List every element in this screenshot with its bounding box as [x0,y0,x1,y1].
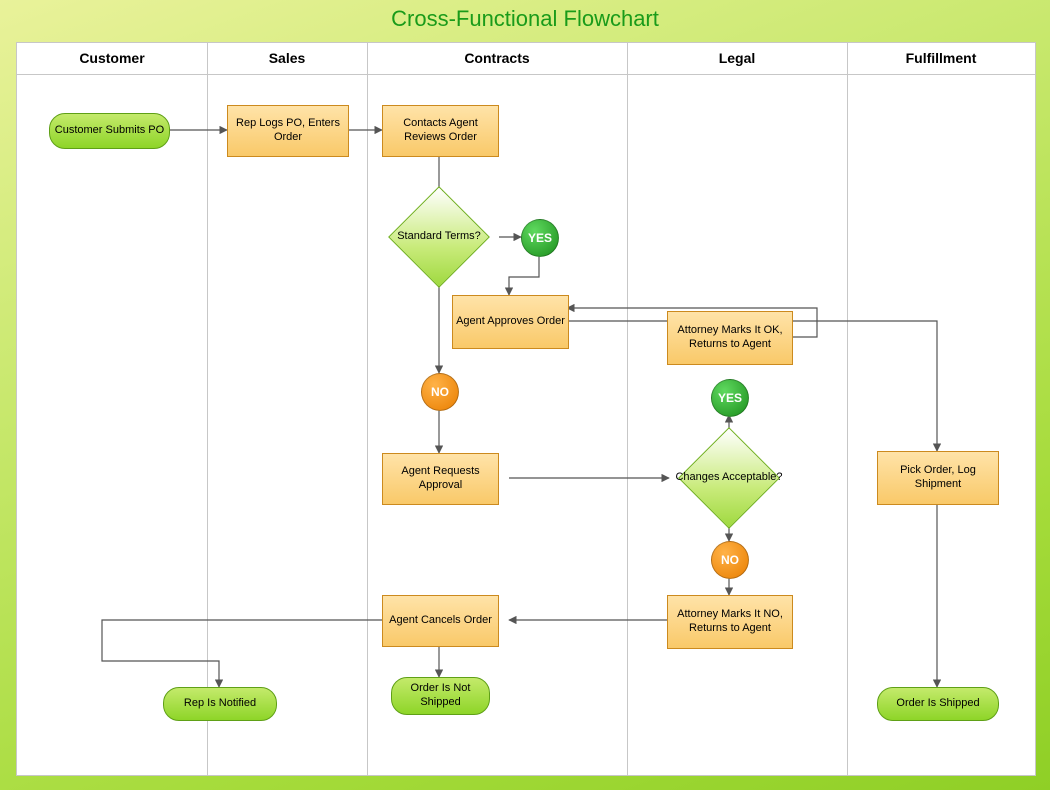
terminator-customer-submits-po: Customer Submits PO [49,113,170,149]
lane-header-contracts: Contracts [367,43,628,75]
lane-header-fulfillment: Fulfillment [847,43,1035,75]
terminator-rep-notified: Rep Is Notified [163,687,277,721]
lane-header-customer: Customer [17,43,208,75]
badge-yes-standard-terms: YES [521,219,559,257]
process-agent-reviews-order: Contacts Agent Reviews Order [382,105,499,157]
badge-yes-changes: YES [711,379,749,417]
badge-no-standard-terms: NO [421,373,459,411]
process-agent-cancels-order: Agent Cancels Order [382,595,499,647]
decision-standard-terms-label: Standard Terms? [379,198,499,276]
lane-header-legal: Legal [627,43,848,75]
page-title: Cross-Functional Flowchart [0,6,1050,32]
terminator-order-shipped: Order Is Shipped [877,687,999,721]
badge-no-changes: NO [711,541,749,579]
lane-legal [627,74,848,775]
terminator-order-not-shipped: Order Is Not Shipped [391,677,490,715]
lane-header-sales: Sales [207,43,368,75]
process-pick-order: Pick Order, Log Shipment [877,451,999,505]
lane-fulfillment [847,74,1035,775]
lane-customer [17,74,208,775]
process-attorney-no: Attorney Marks It NO, Returns to Agent [667,595,793,649]
lane-contracts [367,74,628,775]
process-rep-logs-po: Rep Logs PO, Enters Order [227,105,349,157]
flowchart-canvas: Customer Sales Contracts Legal Fulfillme… [16,42,1036,776]
process-agent-approves-order: Agent Approves Order [452,295,569,349]
process-agent-requests-approval: Agent Requests Approval [382,453,499,505]
decision-changes-acceptable-label: Changes Acceptable? [669,439,789,517]
process-attorney-ok: Attorney Marks It OK, Returns to Agent [667,311,793,365]
lane-sales [207,74,368,775]
decision-standard-terms: Standard Terms? [379,198,499,276]
decision-changes-acceptable: Changes Acceptable? [669,439,789,517]
